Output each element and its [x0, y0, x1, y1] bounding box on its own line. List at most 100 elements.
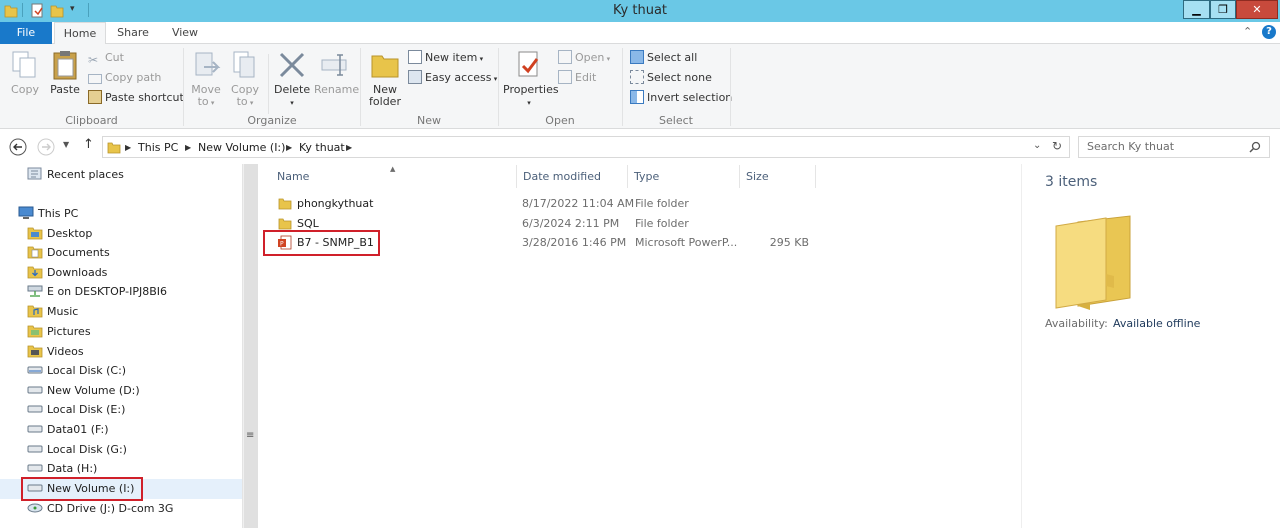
breadcrumb-this-pc[interactable]: This PC [138, 141, 178, 154]
refresh-icon[interactable]: ↻ [1052, 139, 1062, 153]
close-button[interactable]: ✕ [1236, 0, 1278, 19]
select-none-icon [630, 70, 644, 84]
nav-item-local-disk-e[interactable]: Local Disk (E:) [27, 400, 125, 420]
disk-icon [27, 386, 43, 394]
open-label: Open [575, 51, 605, 64]
breadcrumb-chevron-icon[interactable]: ▶ [286, 143, 292, 152]
search-input[interactable]: Search Ky thuat [1078, 136, 1270, 158]
paste-shortcut-label: Paste shortcut [105, 91, 184, 104]
breadcrumb-chevron-icon[interactable]: ▶ [346, 143, 352, 152]
cd-drive-icon [27, 503, 43, 513]
copy-path-button[interactable]: Copy path [88, 70, 161, 88]
nav-item-data-h[interactable]: Data (H:) [27, 459, 97, 479]
forward-icon[interactable] [37, 138, 55, 156]
up-icon[interactable]: ↑ [83, 137, 94, 152]
easy-access-icon [408, 70, 422, 84]
copy-to-button[interactable]: Copy to ▾ [228, 49, 262, 109]
nav-item-this-pc[interactable]: This PC [18, 204, 78, 224]
nav-item-data01-f[interactable]: Data01 (F:) [27, 420, 109, 440]
open-button[interactable]: Open ▾ [558, 50, 610, 68]
minimize-button[interactable]: ▁ [1183, 0, 1210, 19]
new-folder-label-2: folder [369, 95, 401, 108]
properties-button[interactable]: Properties ▾ [503, 49, 559, 109]
copy-icon [12, 51, 36, 78]
nav-item-pictures[interactable]: Pictures [27, 322, 91, 342]
nav-item-documents[interactable]: Documents [27, 243, 110, 263]
nav-label: E on DESKTOP-IPJ8BI6 [47, 285, 168, 298]
delete-label: Delete [274, 83, 311, 96]
column-header-type[interactable]: Type [628, 165, 740, 188]
new-folder-button[interactable]: New folder [366, 49, 404, 108]
nav-item-videos[interactable]: Videos [27, 342, 84, 362]
tab-home[interactable]: Home [54, 22, 106, 45]
rename-button[interactable]: Rename [314, 49, 360, 96]
file-row[interactable]: phongkythuat 8/17/2022 11:04 AM File fol… [259, 194, 819, 214]
tab-share[interactable]: Share [110, 22, 156, 44]
column-header-date[interactable]: Date modified [517, 165, 628, 188]
delete-button[interactable]: Delete ▾ [274, 49, 310, 109]
breadcrumb-chevron-icon[interactable]: ▶ [185, 143, 191, 152]
file-type: Microsoft PowerP... [635, 236, 738, 249]
nav-item-new-volume-d[interactable]: New Volume (D:) [27, 381, 140, 401]
open-group-label: Open [545, 114, 575, 127]
new-item-button[interactable]: New item ▾ [408, 50, 483, 68]
disk-icon [27, 464, 43, 472]
new-item-label: New item [425, 51, 478, 64]
paste-shortcut-icon [88, 90, 102, 104]
nav-item-network-drive[interactable]: E on DESKTOP-IPJ8BI6 [27, 282, 167, 302]
select-none-label: Select none [647, 71, 712, 84]
breadcrumb-ky-thuat[interactable]: Ky thuat [299, 141, 345, 154]
easy-access-label: Easy access [425, 71, 492, 84]
nav-label: Local Disk (E:) [47, 403, 126, 416]
computer-icon [18, 206, 34, 219]
breadcrumb-new-volume[interactable]: New Volume (I:) [198, 141, 285, 154]
tab-view[interactable]: View [162, 22, 208, 44]
copy-to-label-2: to [236, 95, 248, 108]
recent-locations-icon[interactable]: ▼ [63, 140, 69, 149]
move-to-button[interactable]: Move to ▾ [189, 49, 223, 109]
column-header-size[interactable]: Size [740, 165, 816, 188]
column-header-name[interactable]: Name [271, 165, 517, 188]
nav-item-local-disk-g[interactable]: Local Disk (G:) [27, 440, 127, 460]
file-size: 295 KB [769, 236, 809, 249]
scrollbar-thumb[interactable] [244, 164, 258, 528]
network-drive-icon [27, 285, 43, 297]
breadcrumb-chevron-icon[interactable]: ▶ [125, 143, 131, 152]
nav-item-cd-drive-j[interactable]: CD Drive (J:) D-com 3G [27, 499, 173, 519]
address-box[interactable]: ▶ This PC ▶ New Volume (I:) ▶ Ky thuat ▶… [102, 136, 1070, 158]
restore-button[interactable]: ❐ [1210, 0, 1236, 19]
item-count: 3 items [1045, 174, 1098, 190]
disk-icon [27, 425, 43, 433]
edit-button[interactable]: Edit [558, 70, 596, 88]
nav-item-local-disk-c[interactable]: Local Disk (C:) [27, 361, 126, 381]
cut-button[interactable]: ✂ Cut [88, 50, 124, 68]
select-none-button[interactable]: Select none [630, 70, 712, 88]
nav-item-music[interactable]: Music [27, 302, 78, 322]
select-all-button[interactable]: Select all [630, 50, 697, 68]
nav-label: Data01 (F:) [47, 423, 109, 436]
back-icon[interactable] [9, 138, 27, 156]
address-dropdown-icon[interactable]: ⌄ [1033, 140, 1041, 151]
paste-shortcut-button[interactable]: Paste shortcut [88, 90, 184, 108]
file-date: 8/17/2022 11:04 AM [522, 197, 635, 210]
open-icon [558, 50, 572, 64]
nav-item-desktop[interactable]: Desktop [27, 224, 92, 244]
copy-path-icon [88, 74, 102, 84]
rename-label: Rename [314, 83, 360, 96]
collapse-ribbon-icon[interactable]: ⌃ [1243, 25, 1252, 38]
invert-selection-button[interactable]: Invert selection [630, 90, 732, 108]
easy-access-button[interactable]: Easy access ▾ [408, 70, 497, 88]
nav-label: Documents [47, 246, 110, 259]
large-folder-icon [1055, 215, 1131, 310]
nav-item-recent-places[interactable]: Recent places [27, 165, 124, 185]
copy-button[interactable]: Copy [8, 49, 42, 96]
nav-scrollbar[interactable]: ≡ [242, 164, 258, 528]
downloads-icon [27, 266, 43, 279]
help-icon[interactable]: ? [1262, 25, 1276, 39]
nav-item-downloads[interactable]: Downloads [27, 263, 107, 283]
clipboard-group-label: Clipboard [65, 114, 118, 127]
disk-icon [27, 366, 43, 374]
tab-file[interactable]: File [0, 22, 52, 44]
paste-button[interactable]: Paste [47, 49, 83, 96]
videos-icon [27, 345, 43, 358]
